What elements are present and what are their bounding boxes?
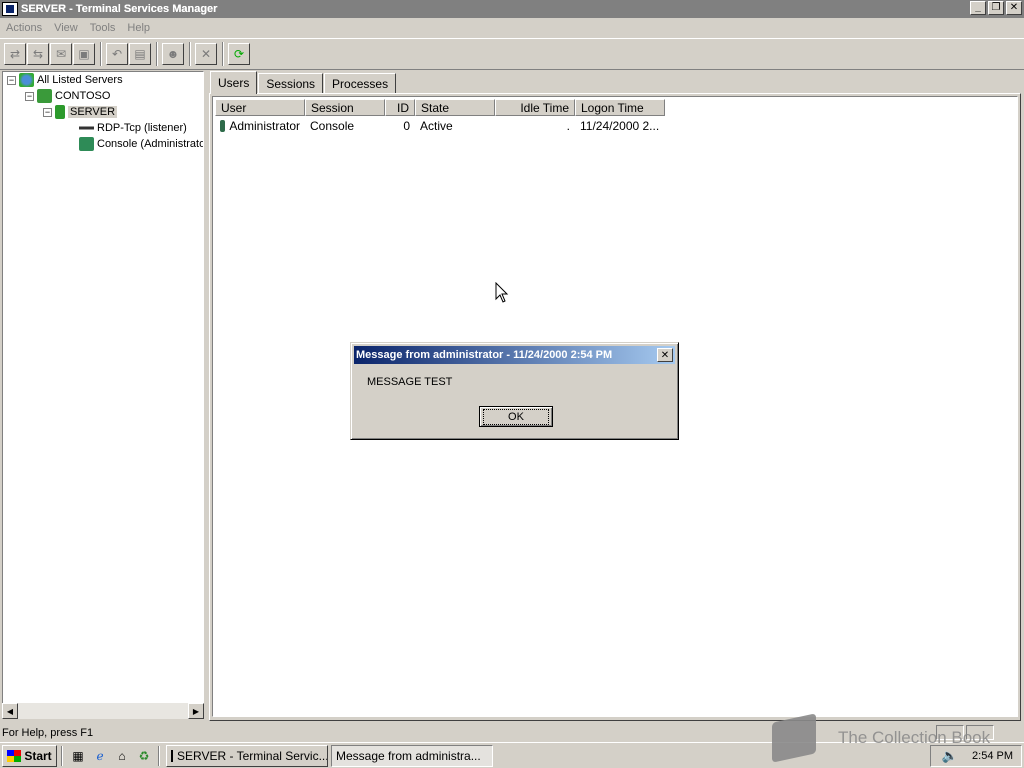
program-icon[interactable]: ♻ [135,747,153,765]
column-header-idle-time[interactable]: Idle Time [495,99,575,116]
tab-strip: Users Sessions Processes [210,71,397,94]
dialog-title-bar[interactable]: Message from administrator - 11/24/2000 … [354,346,675,364]
column-header-id[interactable]: ID [385,99,415,116]
end-process-icon[interactable]: ✕ [195,43,217,65]
taskbar-item-terminal-services[interactable]: SERVER - Terminal Servic... [166,744,328,767]
connect-icon[interactable]: ⇄ [4,43,26,65]
tree-node-domain[interactable]: − CONTOSO [25,88,110,104]
window-title: SERVER - Terminal Services Manager [21,3,218,15]
toolbar-separator [222,42,224,66]
table-row[interactable]: Administrator Console 0 Active . 11/24/2… [215,117,665,134]
status-text: For Help, press F1 [2,726,94,739]
send-message-icon[interactable]: ✉ [50,43,72,65]
show-desktop-icon[interactable]: ▦ [69,747,87,765]
app-icon [171,749,173,762]
dialog-title: Message from administrator - 11/24/2000 … [356,349,613,361]
internet-explorer-icon[interactable]: ℯ [91,747,109,765]
toolbar-separator [156,42,158,66]
collapse-icon[interactable]: − [25,91,34,101]
disconnect-icon[interactable]: ⇆ [27,43,49,65]
taskbar-separator [158,745,160,766]
collapse-icon[interactable]: − [7,75,16,85]
column-header-state[interactable]: State [415,99,495,116]
close-button[interactable]: ✕ [1006,1,1022,15]
reset-icon[interactable]: ↶ [106,43,128,65]
network-icon [79,121,94,135]
cell-id: 0 [403,118,410,133]
toolbar: ⇄ ⇆ ✉ ▣ ↶ ▤ ☻ ✕ ⟳ [0,38,1024,70]
tree-label: RDP-Tcp (listener) [97,122,187,134]
menu-actions[interactable]: Actions [0,22,48,34]
taskbar-separator [61,745,63,766]
computer-icon [79,137,94,151]
cell-logon-time: 11/24/2000 2... [580,118,660,133]
book-icon [772,713,816,763]
tree-node-server[interactable]: − SERVER [43,104,118,120]
start-button[interactable]: Start [2,744,57,767]
menu-view[interactable]: View [48,22,84,34]
restore-button[interactable]: ❐ [988,1,1004,15]
start-label: Start [24,748,52,763]
dialog-message: MESSAGE TEST [367,376,453,388]
windows-logo-icon [7,749,22,762]
toolbar-separator [100,42,102,66]
dialog-close-icon[interactable]: ✕ [657,348,673,362]
app-icon[interactable] [2,2,18,16]
menu-bar: Actions View Tools Help [0,18,1024,38]
ok-button[interactable]: OK [479,406,553,427]
remote-control-icon[interactable]: ▣ [73,43,95,65]
task-label: Message from administra... [336,748,481,763]
user-icon [220,119,226,132]
tree-label: SERVER [68,106,118,118]
domain-icon [37,89,52,103]
tree-node-all-servers[interactable]: − All Listed Servers [7,72,123,88]
tree-horizontal-scrollbar[interactable]: ◀ ▶ [2,703,204,719]
pane-splitter[interactable] [204,71,208,719]
ok-button-label: OK [483,408,549,425]
message-dialog: Message from administrator - 11/24/2000 … [350,342,679,440]
menu-help[interactable]: Help [121,22,156,34]
cell-user: Administrator [229,118,300,133]
title-bar: SERVER - Terminal Services Manager _ ❐ ✕ [0,0,1024,18]
logoff-icon[interactable]: ☻ [162,43,184,65]
tree-node-listener[interactable]: RDP-Tcp (listener) [79,120,187,136]
watermark: The Collection Book [772,713,991,763]
scroll-left-icon[interactable]: ◀ [2,703,18,719]
taskbar-item-message[interactable]: Message from administra... [331,744,493,767]
minimize-button[interactable]: _ [970,1,986,15]
column-header-user[interactable]: User [215,99,305,116]
list-header: User Session ID State Idle Time Logon Ti… [215,99,665,116]
server-icon [55,105,65,119]
tree-label: CONTOSO [55,90,111,102]
menu-tools[interactable]: Tools [84,22,122,34]
cell-session: Console [310,118,355,133]
cell-idle-time: . [566,118,570,133]
tree-node-console[interactable]: Console (Administrato [79,136,204,152]
tab-processes[interactable]: Processes [324,73,397,93]
server-tree: − All Listed Servers − CONTOSO − SERVER … [2,71,204,719]
tab-sessions[interactable]: Sessions [258,73,324,93]
refresh-icon[interactable]: ⟳ [228,43,250,65]
scroll-right-icon[interactable]: ▶ [188,703,204,719]
cell-state: Active [420,118,453,133]
tree-label: All Listed Servers [37,74,123,86]
tree-label: Console (Administrato [97,138,204,150]
status-icon[interactable]: ▤ [129,43,151,65]
toolbar-separator [189,42,191,66]
column-header-session[interactable]: Session [305,99,385,116]
collapse-icon[interactable]: − [43,107,52,117]
tab-users[interactable]: Users [210,71,258,94]
globe-icon [19,73,34,87]
watermark-text: The Collection Book [838,728,991,747]
column-header-logon-time[interactable]: Logon Time [575,99,665,116]
network-icon[interactable]: ⌂ [113,747,131,765]
task-label: SERVER - Terminal Servic... [177,748,328,763]
